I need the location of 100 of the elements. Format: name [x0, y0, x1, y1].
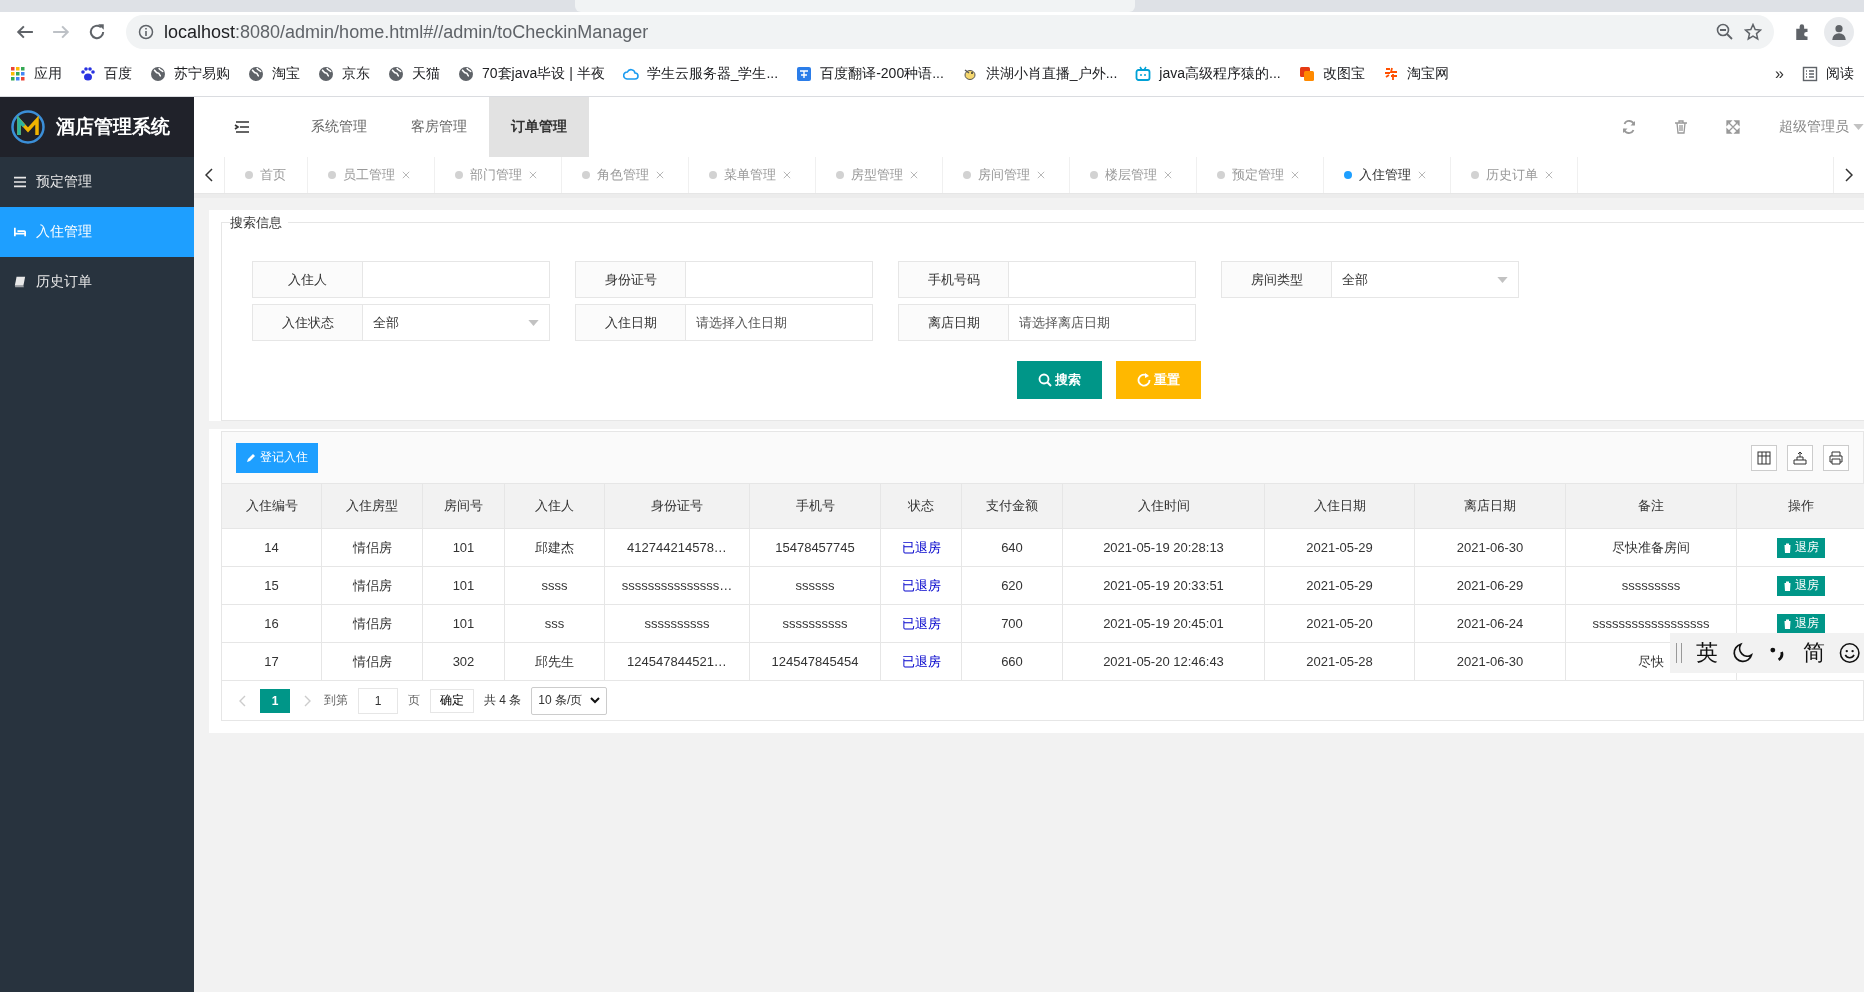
smiley-icon[interactable] [1838, 642, 1860, 664]
caret-icon [1853, 124, 1864, 130]
bookmarks-overflow-button[interactable]: » [1775, 65, 1784, 83]
script-mode-toggle[interactable]: 简 [1802, 638, 1825, 668]
menu-icon[interactable] [233, 121, 250, 133]
shop-icon [1382, 66, 1399, 82]
info-icon[interactable] [138, 24, 154, 40]
column-header: 房间号 [422, 483, 505, 529]
table-cell: 2021-05-20 [1264, 604, 1415, 643]
back-icon[interactable] [16, 23, 34, 41]
page-number-field[interactable]: 1 [358, 687, 398, 714]
bookmark-link[interactable]: 天猫 [412, 65, 440, 83]
column-header: 入住时间 [1062, 483, 1265, 529]
bookmark-link[interactable]: 百度翻译-200种语... [820, 65, 944, 83]
chevron-down-icon [590, 697, 601, 704]
bookmark-link[interactable]: 淘宝网 [1406, 65, 1449, 83]
top-nav-tab[interactable]: 系统管理 [289, 97, 389, 157]
column-header: 身份证号 [604, 483, 750, 529]
current-page-button[interactable]: 1 [260, 688, 290, 713]
scroll-left-icon[interactable] [205, 168, 213, 182]
table-cell: 101 [422, 566, 505, 605]
bookmark-link[interactable]: 苏宁易购 [174, 65, 230, 83]
table-cell: 101 [422, 528, 505, 567]
table-cell: 15478457745 [749, 528, 881, 567]
search-button[interactable]: 搜索 [1017, 361, 1102, 399]
forward-icon[interactable] [52, 23, 70, 41]
reading-list-link[interactable]: 阅读 [1826, 65, 1854, 83]
reload-icon[interactable] [88, 23, 106, 41]
table-cell: ssssssssss [604, 604, 750, 643]
translate-icon [796, 66, 813, 82]
column-header: 状态 [880, 483, 962, 529]
bookmark-link[interactable]: 70套java毕设 | 半夜 [482, 65, 605, 83]
checkout-button[interactable]: 退房 [1776, 575, 1825, 596]
table-cell: 情侣房 [321, 642, 423, 681]
close-icon[interactable] [529, 171, 537, 179]
page-tab[interactable]: 入住管理 [1359, 166, 1411, 184]
bed-icon [14, 226, 26, 238]
checkout-button[interactable]: 退房 [1776, 613, 1825, 634]
bookmark-link[interactable]: 改图宝 [1322, 65, 1365, 83]
profile-icon[interactable] [1830, 23, 1848, 41]
list-icon [14, 176, 26, 188]
table-cell: ssssssssss [749, 604, 881, 643]
fullscreen-icon[interactable] [1726, 120, 1740, 134]
close-icon[interactable] [1545, 171, 1553, 179]
tv-icon [1135, 66, 1152, 82]
refresh-icon[interactable] [1622, 120, 1636, 134]
bookmark-link[interactable]: 百度 [104, 65, 132, 83]
address-bar[interactable]: localhost:8080/admin/home.html#//admin/toCheckinManager [126, 15, 1774, 49]
bookmark-link[interactable]: 淘宝 [272, 65, 300, 83]
scroll-right-icon[interactable] [1845, 168, 1853, 182]
close-icon[interactable] [656, 171, 664, 179]
image-tool-icon [1298, 66, 1315, 82]
close-icon[interactable] [1418, 171, 1426, 179]
book-icon [14, 276, 26, 288]
confirm-button[interactable]: 确定 [430, 688, 474, 713]
table-cell: 情侣房 [321, 528, 423, 567]
print-button[interactable] [1823, 444, 1849, 471]
close-icon[interactable] [402, 171, 410, 179]
printer-icon [1829, 450, 1843, 465]
close-icon[interactable] [1164, 171, 1172, 179]
globe-icon [388, 66, 404, 82]
table-cell: 2021-05-19 20:45:01 [1062, 604, 1265, 643]
bookmark-link[interactable]: 应用 [34, 65, 62, 83]
table-cell: 邱先生 [504, 642, 605, 681]
moon-icon[interactable] [1731, 642, 1754, 664]
table-cell: 660 [961, 642, 1063, 681]
close-icon[interactable] [783, 171, 791, 179]
user-menu[interactable]: 超级管理员 [1759, 97, 1864, 157]
globe-icon [318, 66, 334, 82]
table-cell: 16 [221, 604, 322, 643]
table-cell: sssssssssssssss… [604, 566, 750, 605]
logo-icon [10, 109, 46, 145]
apps-grid-icon [10, 66, 26, 82]
page-size-select[interactable]: 10 条/页 [531, 686, 608, 715]
close-icon[interactable] [910, 171, 918, 179]
zoom-out-icon[interactable] [1716, 23, 1734, 41]
bookmark-link[interactable]: 洪湖小肖直播_户外... [985, 65, 1118, 83]
close-icon[interactable] [1291, 171, 1299, 179]
bookmark-link[interactable]: java高级程序猿的... [1159, 65, 1281, 83]
table-cell: 2021-05-29 [1264, 528, 1415, 567]
table-cell: 640 [961, 528, 1063, 567]
table-cell: ssssss [749, 566, 881, 605]
bookmark-link[interactable]: 学生云服务器_学生... [646, 65, 779, 83]
star-icon[interactable] [1744, 23, 1762, 41]
sidebar-item[interactable]: 历史订单 [0, 257, 194, 307]
trash-icon[interactable] [1674, 120, 1688, 134]
export-button[interactable] [1787, 444, 1813, 471]
close-icon[interactable] [1037, 171, 1045, 179]
table-cell: 2021-05-20 12:46:43 [1062, 642, 1265, 681]
refresh-icon [1137, 373, 1151, 387]
bookmark-link[interactable]: 京东 [342, 65, 370, 83]
column-header: 支付金额 [961, 483, 1063, 529]
top-nav-tab[interactable]: 客房管理 [389, 97, 489, 157]
checkout-button[interactable]: 退房 [1776, 537, 1825, 558]
top-nav-tab[interactable]: 订单管理 [489, 97, 589, 157]
columns-button[interactable] [1751, 444, 1777, 471]
sidebar-item[interactable]: 预定管理 [0, 157, 194, 207]
globe-icon [150, 66, 166, 82]
column-header: 备注 [1565, 483, 1737, 529]
goto-label: 到第 [324, 692, 348, 709]
